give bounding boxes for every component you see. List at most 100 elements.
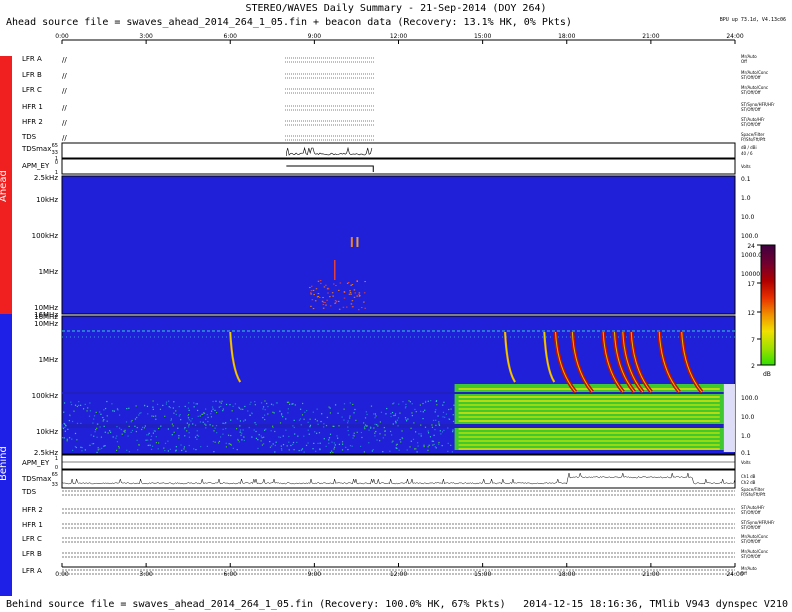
behind-noise-speck <box>184 405 186 408</box>
behind-noise-speck <box>99 448 101 450</box>
behind-noise-speck <box>355 419 357 421</box>
behind-noise-speck <box>157 448 159 450</box>
behind-noise-speck <box>281 413 283 415</box>
behind-noise-speck <box>286 401 289 403</box>
behind-noise-speck <box>273 412 275 414</box>
behind-noise-speck <box>435 424 437 426</box>
behind-noise-speck <box>152 406 154 408</box>
behind-noise-speck <box>95 429 97 431</box>
behind-noise-speck <box>270 430 272 432</box>
behind-noise-speck <box>413 422 415 424</box>
behind-noise-speck <box>215 425 218 427</box>
behind-noise-speck <box>371 450 373 452</box>
behind-noise-speck <box>438 443 440 445</box>
ahead-spectrogram-speck <box>338 308 341 310</box>
ahead-scale-tick: 100.0 <box>741 233 758 240</box>
behind-noise-speck <box>288 435 290 438</box>
behind-noise-speck <box>435 400 437 402</box>
behind-noise-speck <box>71 438 73 440</box>
behind-noise-speck <box>76 422 79 425</box>
behind-noise-speck <box>380 411 383 413</box>
behind-noise-speck <box>448 418 451 420</box>
behind-noise-speck <box>99 426 101 428</box>
behind-noise-speck <box>285 418 287 420</box>
behind-noise-speck <box>170 418 173 420</box>
behind-noise-speck <box>379 421 381 423</box>
ahead-spectrogram-speck <box>346 306 348 308</box>
bottom-time-tick-label: 21:00 <box>642 571 659 578</box>
behind-noise-speck <box>187 417 190 419</box>
behind-noise-speck <box>254 404 256 406</box>
ahead-spectrogram-speck <box>310 293 312 295</box>
behind-noise-speck <box>67 428 69 430</box>
ahead-hk-gap-mark: // <box>62 56 67 64</box>
behind-noise-speck <box>410 427 412 429</box>
behind-noise-speck <box>274 451 276 453</box>
ahead-hk-label: HFR 1 <box>22 103 43 111</box>
behind-noise-speck <box>103 445 105 447</box>
ahead-spectrogram-speck <box>322 307 325 309</box>
behind-noise-speck <box>323 423 325 425</box>
behind-noise-speck <box>272 443 274 445</box>
behind-noise-speck <box>196 438 198 440</box>
behind-noise-speck <box>326 416 328 419</box>
behind-noise-speck <box>188 409 190 411</box>
ahead-scale-tick: 1.0 <box>741 195 751 202</box>
ahead-spectrogram-speck <box>364 307 366 309</box>
behind-noise-speck <box>168 406 170 408</box>
behind-noise-speck <box>391 434 393 436</box>
behind-noise-speck <box>299 418 302 420</box>
behind-noise-speck <box>196 409 199 412</box>
behind-noise-speck <box>239 420 242 422</box>
behind-hk-right-label: ST/Off/Off <box>741 539 761 544</box>
ahead-burst-mark <box>334 260 336 280</box>
behind-noise-speck <box>128 451 130 453</box>
ahead-spectrogram-speck <box>334 300 337 302</box>
ahead-spectrogram-speck <box>356 295 358 297</box>
behind-noise-speck <box>238 441 240 443</box>
behind-scale-tick: 100.0 <box>741 395 758 402</box>
ahead-hk-right-label: ST/Off/Off <box>741 122 761 127</box>
behind-noise-speck <box>287 408 289 410</box>
behind-noise-speck <box>442 404 444 406</box>
behind-noise-speck <box>390 413 392 415</box>
behind-noise-speck <box>279 422 282 424</box>
behind-noise-speck <box>195 448 197 451</box>
ahead-spectrogram-speck <box>310 305 312 307</box>
behind-noise-speck <box>206 445 208 447</box>
behind-noise-speck <box>415 431 417 433</box>
behind-noise-speck <box>188 419 190 421</box>
ahead-apm-right-label: Volts <box>741 164 751 169</box>
behind-noise-speck <box>365 411 367 413</box>
behind-noise-speck <box>155 436 157 438</box>
ahead-spectrogram-speck <box>347 281 350 283</box>
ahead-spectrogram-speck <box>349 290 351 292</box>
behind-noise-speck <box>63 402 66 404</box>
behind-noise-speck <box>261 437 263 439</box>
behind-noise-speck <box>251 412 253 415</box>
behind-noise-speck <box>242 408 244 410</box>
behind-noise-speck <box>239 429 242 431</box>
behind-noise-speck <box>377 425 379 427</box>
behind-noise-speck <box>334 444 336 446</box>
behind-noise-speck <box>282 444 285 446</box>
behind-noise-speck <box>173 401 175 403</box>
behind-noise-speck <box>384 430 386 432</box>
behind-noise-speck <box>76 439 78 441</box>
behind-noise-speck <box>368 429 370 431</box>
behind-noise-speck <box>374 435 376 437</box>
behind-noise-speck <box>303 435 305 437</box>
ahead-spectrogram-speck <box>335 285 337 287</box>
colorbar-tick-label: 2 <box>751 363 755 370</box>
behind-noise-speck <box>240 434 242 436</box>
behind-noise-speck <box>379 440 381 442</box>
behind-noise-speck <box>186 430 188 432</box>
ahead-spectrogram-speck <box>342 306 345 308</box>
behind-noise-speck <box>147 444 149 447</box>
behind-noise-speck <box>404 407 407 409</box>
behind-noise-speck <box>153 415 155 417</box>
colorbar-tick-label: 7 <box>751 337 755 344</box>
behind-noise-speck <box>100 436 103 438</box>
behind-noise-speck <box>325 424 328 427</box>
behind-noise-speck <box>239 431 241 433</box>
